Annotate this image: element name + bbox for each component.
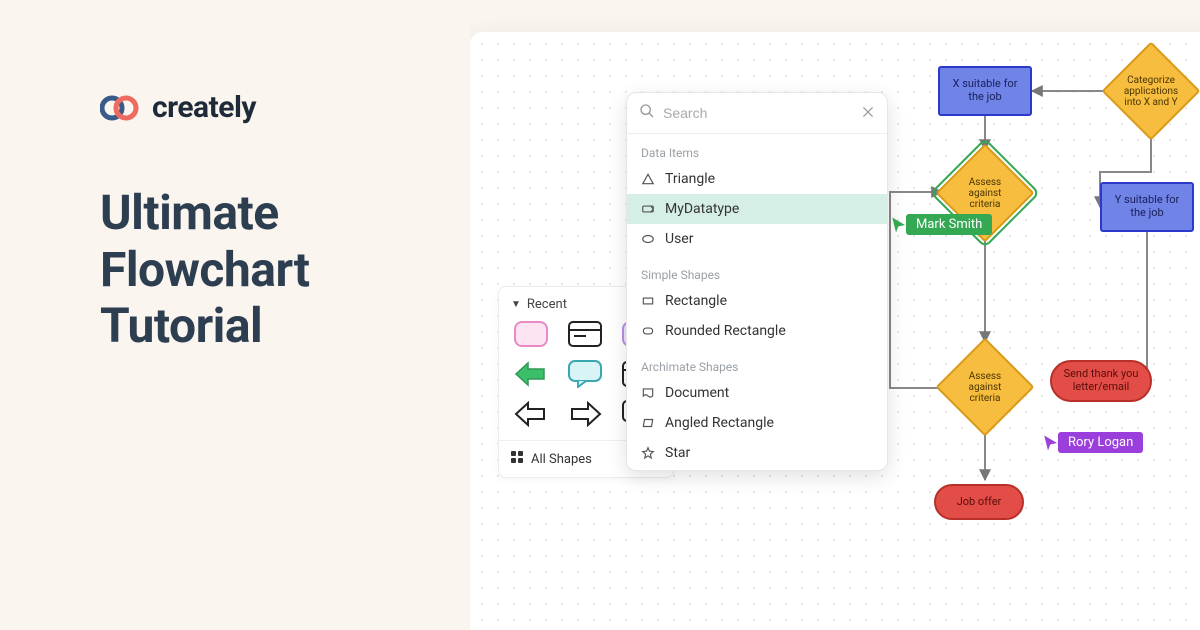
brand-logo: creately [100, 90, 470, 125]
shape-icon [641, 416, 655, 430]
shape-arrow-left-outline[interactable] [511, 398, 551, 430]
shape-card[interactable] [565, 318, 605, 350]
dropdown-section-label: Archimate Shapes [627, 356, 887, 378]
dropdown-item-label: Star [665, 445, 690, 461]
all-shapes-label: All Shapes [531, 452, 592, 467]
close-icon[interactable] [861, 104, 875, 123]
dropdown-item-label: Triangle [665, 171, 715, 187]
dropdown-item-label: Rectangle [665, 293, 727, 309]
dropdown-item[interactable]: Rounded Rectangle [627, 316, 887, 346]
search-dropdown: Data Items Triangle MyDatatype User Simple S… [626, 92, 888, 471]
brand-name: creately [152, 90, 256, 125]
dropdown-item-label: User [665, 231, 693, 247]
shape-rounded-rect-pink[interactable] [511, 318, 551, 350]
dropdown-section-label: Simple Shapes [627, 264, 887, 286]
shape-icon [641, 386, 655, 400]
node-x-suitable[interactable]: X suitable for the job [938, 66, 1032, 116]
dropdown-item[interactable]: Rectangle [627, 286, 887, 316]
hero-panel: creately Ultimate Flowchart Tutorial [0, 0, 470, 630]
cursor-rory: Rory Logan [1042, 432, 1143, 453]
dropdown-section-label: Data Items [627, 142, 887, 164]
search-icon [639, 103, 655, 123]
dropdown-item-label: Document [665, 385, 729, 401]
shape-icon [641, 294, 655, 308]
dropdown-item[interactable]: MyDatatype [627, 194, 887, 224]
dropdown-item[interactable]: Star [627, 438, 887, 468]
chevron-down-icon: ▼ [511, 299, 521, 310]
cursor-label: Mark Smith [906, 214, 992, 235]
node-y-suitable[interactable]: Y suitable for the job [1100, 182, 1194, 232]
dropdown-item[interactable]: Document [627, 378, 887, 408]
shape-icon [641, 172, 655, 186]
cursor-mark: Mark Smith [890, 214, 992, 235]
shape-icon [641, 446, 655, 460]
shape-icon [641, 232, 655, 246]
node-job-offer[interactable]: Job offer [934, 484, 1024, 520]
canvas-wrap: X suitable for the job Categorize applic… [470, 0, 1200, 630]
dropdown-item-label: Rounded Rectangle [665, 323, 786, 339]
shape-arrow-right-outline[interactable] [565, 398, 605, 430]
node-assess-2[interactable]: Assess against criteria [950, 352, 1020, 422]
node-categorize[interactable]: Categorize applications into X and Y [1116, 56, 1186, 126]
logo-icon [100, 94, 140, 122]
dropdown-item[interactable]: Angled Rectangle [627, 408, 887, 438]
cursor-label: Rory Logan [1058, 432, 1143, 453]
palette-section-label: Recent [527, 297, 567, 312]
dropdown-item[interactable]: User [627, 224, 887, 254]
search-input[interactable] [663, 105, 853, 121]
dropdown-item-label: Angled Rectangle [665, 415, 774, 431]
shape-speech-teal[interactable] [565, 358, 605, 390]
dropdown-item[interactable]: Triangle [627, 164, 887, 194]
page-title: Ultimate Flowchart Tutorial [100, 185, 470, 355]
grid-icon [511, 451, 523, 467]
shape-icon [641, 202, 655, 216]
diagram-canvas[interactable]: X suitable for the job Categorize applic… [470, 32, 1200, 630]
shape-arrow-left-green[interactable] [511, 358, 551, 390]
shape-icon [641, 324, 655, 338]
node-thank-you[interactable]: Send thank you letter/email [1050, 360, 1152, 402]
dropdown-item-label: MyDatatype [665, 201, 739, 217]
